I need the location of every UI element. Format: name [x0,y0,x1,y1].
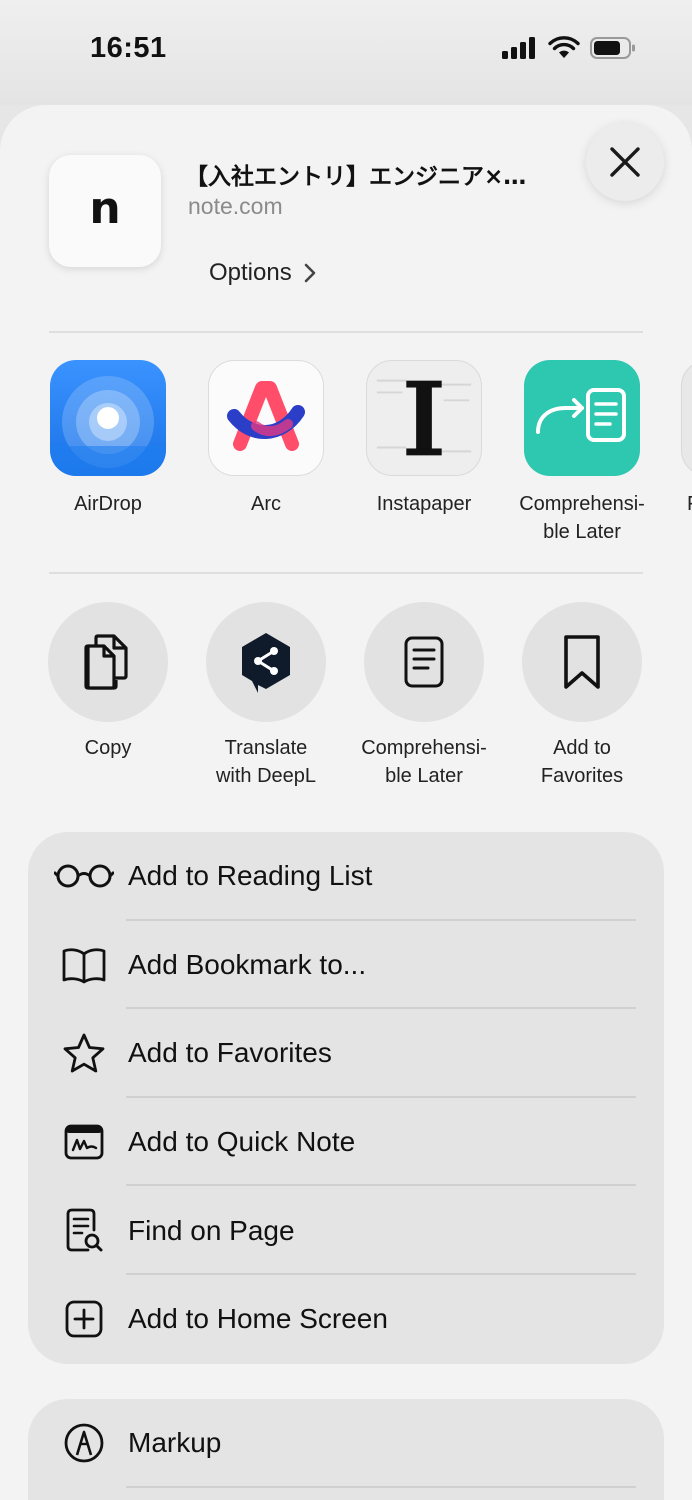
action-translate-deepl[interactable]: Translate with DeepL [187,602,345,790]
status-icons [502,36,636,60]
battery-icon [590,37,635,59]
comprehensible-later-icon [524,360,640,476]
app-comprehensible-later[interactable]: Comprehensi- ble Later [503,360,661,546]
menu-item-add-to-favorites[interactable]: Add to Favorites [28,1009,664,1098]
find-on-page-icon [54,1206,114,1256]
menu-label: Add Bookmark to... [128,948,367,980]
markup-icon [54,1418,114,1468]
separator [126,1485,636,1488]
action-label: Translate with DeepL [215,737,317,787]
app-label: Arc [251,493,281,515]
menu-item-add-bookmark[interactable]: Add Bookmark to... [28,921,664,1010]
app-label: AirDrop [74,493,142,515]
action-comprehensible-later[interactable]: Comprehensi- ble Later [345,602,503,790]
action-circle [48,602,168,722]
action-add-to-favorites[interactable]: Add to Favorites [503,602,661,790]
page-title: 【入社エントリ】エンジニア×… [185,164,527,190]
action-label: Add to Favorites [540,737,624,787]
menu-item-add-to-quick-note[interactable]: Add to Quick Note [28,1098,664,1187]
quick-note-icon [54,1117,114,1167]
app-label: Instapaper [376,493,472,515]
options-button[interactable]: Options [209,259,316,287]
book-icon [54,940,114,990]
menu-label: Find on Page [128,1214,295,1246]
app-instapaper[interactable]: Instapaper [345,360,503,518]
menu-label: Add to Reading List [128,860,373,892]
action-circle [206,602,326,722]
menu-item-markup[interactable]: Markup [28,1399,664,1488]
menu-label: Add to Quick Note [128,1126,356,1158]
wifi-icon [548,36,580,58]
share-sheet: n 【入社エントリ】エンジニア×… note.com Options AirDr… [0,105,692,1500]
app-label: F [661,490,692,518]
status-bar: 16:51 [0,0,692,105]
action-label: Comprehensi- ble Later [361,737,487,787]
menu-item-find-on-page[interactable]: Find on Page [28,1186,664,1275]
copy-icon [84,634,128,690]
page-domain: note.com [188,193,283,219]
glasses-icon [54,851,114,901]
thumbnail-letter: n [89,182,121,234]
add-square-icon [54,1294,114,1344]
menu-item-add-to-home-screen[interactable]: Add to Home Screen [28,1275,664,1364]
action-circle [522,602,642,722]
page-thumbnail: n [49,155,161,267]
arc-icon [208,360,324,476]
partial-app-icon [681,360,692,476]
airdrop-icon [50,360,166,476]
instapaper-icon [366,360,482,476]
action-circle [364,602,484,722]
document-icon [404,636,444,688]
menu-label: Add to Favorites [128,1037,332,1069]
action-label: Copy [84,737,132,759]
star-icon [54,1028,114,1078]
cellular-signal-icon [502,37,535,59]
divider [49,572,643,574]
menu-label: Markup [128,1427,222,1459]
markup-list: Markup [28,1399,664,1500]
close-icon [610,147,640,177]
close-button[interactable] [586,123,664,201]
status-time: 16:51 [90,32,167,64]
deepl-icon [242,633,290,693]
menu-item-add-to-reading-list[interactable]: Add to Reading List [28,832,664,921]
app-partial[interactable]: F [661,360,692,518]
app-arc[interactable]: Arc [187,360,345,518]
action-copy[interactable]: Copy [29,602,187,762]
divider [49,331,643,333]
actions-list: Add to Reading List Add Bookmark to... A… [28,832,664,1364]
app-airdrop[interactable]: AirDrop [29,360,187,518]
bookmark-icon [564,635,600,689]
options-label: Options [209,259,292,286]
chevron-right-icon [304,263,316,283]
menu-label: Add to Home Screen [128,1303,388,1335]
app-label: Comprehensi- ble Later [519,493,645,543]
